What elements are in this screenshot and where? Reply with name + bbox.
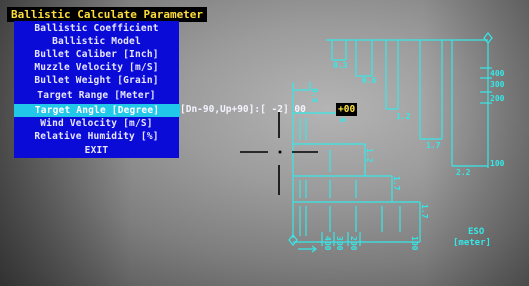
menu-item-target-range[interactable]: Target Range [Meter] <box>14 90 179 101</box>
menu-title: Ballistic Calculate Parameter <box>7 7 208 22</box>
lower-range-label: 100 <box>410 236 419 251</box>
menu-item-ballistic-coefficient[interactable]: Ballistic Coefficient <box>14 23 179 34</box>
menu-item-relative-humidity[interactable]: Relative Humidity [%] <box>14 131 179 142</box>
lower-range-label: 200 <box>349 236 358 251</box>
lower-value-label: 1.7 <box>420 204 429 219</box>
upper-range-label: 400 <box>490 69 505 78</box>
upper-diamond-icon <box>483 32 493 44</box>
menu-item-bullet-weight[interactable]: Bullet Weight [Grain] <box>14 75 179 86</box>
eso-label: ESO <box>468 227 485 237</box>
menu-item-target-angle[interactable]: Target Angle [Degree] <box>14 104 180 117</box>
upper-value-label: 1.7 <box>426 141 441 150</box>
upper-range-label: 300 <box>490 80 505 89</box>
angle-input-prompt: [Dn-90,Up+90]:[ -2] 00 <box>180 104 306 115</box>
upper-value-label: 0.3 <box>333 61 348 70</box>
menu-item-wind-velocity[interactable]: Wind Velocity [m/S] <box>14 118 179 129</box>
menu-item-muzzle-velocity[interactable]: Muzzle Velocity [m/S] <box>14 62 179 73</box>
upper-value-label: 1.2 <box>396 112 411 121</box>
parameter-menu: Ballistic Coefficient Ballistic Model Bu… <box>14 21 180 158</box>
menu-item-ballistic-model[interactable]: Ballistic Model <box>14 36 179 47</box>
upper-range-label: 200 <box>490 94 505 103</box>
lower-range-label: 300 <box>335 236 344 251</box>
unit-label: [meter] <box>453 238 491 248</box>
lower-value-label: 0.3 <box>310 88 319 103</box>
angle-input-field[interactable]: +00 <box>336 103 358 116</box>
lower-value-label: 1.2 <box>365 148 374 163</box>
menu-item-bullet-caliber[interactable]: Bullet Caliber [Inch] <box>14 49 179 60</box>
upper-value-label: 2.2 <box>456 168 471 177</box>
upper-value-label: 0.6 <box>362 76 377 85</box>
lower-value-label: 1.7 <box>392 176 401 191</box>
upper-range-label: 100 <box>490 159 505 168</box>
menu-item-exit[interactable]: EXIT <box>14 145 179 156</box>
lower-range-label: 400 <box>323 236 332 251</box>
